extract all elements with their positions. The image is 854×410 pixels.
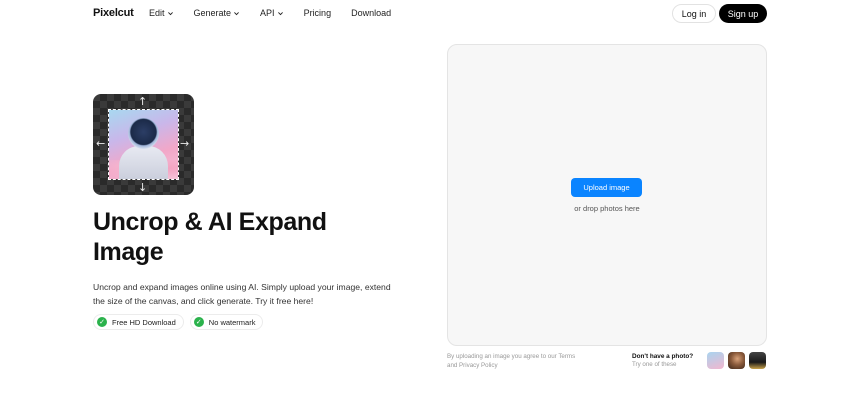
top-nav: Pixelcut Edit Generate API Pricing Downl… [0, 0, 854, 28]
astronaut-helmet [128, 118, 159, 149]
feature-badges: ✓ Free HD Download ✓ No watermark [93, 314, 264, 330]
sample-image-2[interactable] [728, 352, 745, 369]
menu-item-label: Pricing [303, 8, 332, 18]
check-icon: ✓ [97, 317, 107, 327]
arrow-right-icon: → [180, 137, 190, 150]
check-icon: ✓ [193, 317, 204, 327]
astronaut-body [119, 146, 168, 179]
page-title: Uncrop & AI Expand Image [93, 208, 327, 266]
menu-item-download[interactable]: Download [351, 8, 391, 18]
menu-item-label: Download [351, 8, 392, 18]
arrow-up-icon: ↑ [138, 95, 148, 108]
no-photo-title: Don't have a photo? [632, 353, 694, 360]
astronaut-photo [108, 109, 179, 180]
arrow-left-icon: ← [96, 137, 106, 150]
badge-free-hd-download: ✓ Free HD Download [93, 314, 184, 330]
menu-item-generate[interactable]: Generate [194, 8, 241, 18]
page-description: Uncrop and expand images online using AI… [93, 282, 391, 306]
badge-label: Free HD Download [112, 317, 176, 327]
arrow-down-icon: ↓ [138, 181, 148, 194]
sample-image-3[interactable] [749, 352, 766, 369]
signup-button[interactable]: Sign up [719, 4, 767, 23]
chevron-down-icon [234, 11, 239, 15]
badge-label: No watermark [208, 317, 256, 327]
menu-item-edit[interactable]: Edit [149, 8, 174, 18]
sample-images [707, 352, 766, 369]
chevron-down-icon [167, 11, 173, 15]
no-photo-subtitle: Try one of these [632, 361, 677, 368]
menu-item-api[interactable]: API [260, 8, 284, 18]
upload-image-button[interactable]: Upload image [571, 178, 642, 197]
terms-notice: By uploading an image you agree to our T… [447, 353, 576, 369]
logo[interactable]: Pixelcut [93, 7, 134, 19]
login-button[interactable]: Log in [672, 4, 716, 23]
menu-item-pricing[interactable]: Pricing [304, 8, 332, 18]
main-menu: Edit Generate API Pricing Download [149, 8, 411, 18]
uncrop-preview-image: ↑ ↓ ← → [93, 94, 194, 195]
sample-prompt: Don't have a photo? Try one of these [632, 353, 712, 368]
menu-item-label: Edit [149, 8, 165, 18]
badge-no-watermark: ✓ No watermark [189, 314, 264, 330]
chevron-down-icon [277, 11, 283, 15]
sample-image-1[interactable] [707, 352, 724, 369]
menu-item-label: Generate [193, 8, 232, 18]
menu-item-label: API [260, 8, 275, 18]
drop-hint-text: or drop photos here [574, 204, 640, 213]
